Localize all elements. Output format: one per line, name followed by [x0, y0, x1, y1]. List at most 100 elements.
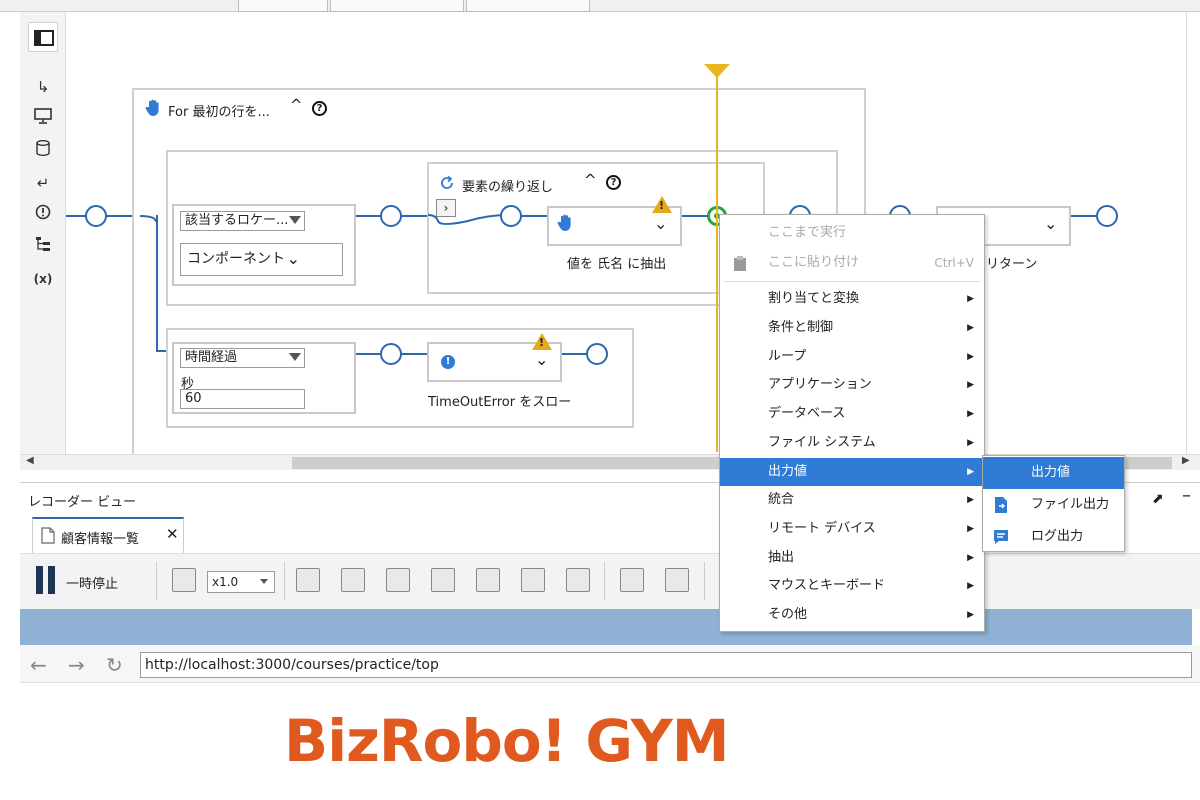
exception-icon[interactable] — [32, 204, 54, 226]
throw-step-label: TimeOutError をスロー — [428, 395, 572, 410]
editor-tab[interactable] — [238, 0, 328, 12]
menu-item-loop[interactable]: ループ ▶ — [720, 343, 984, 371]
close-icon[interactable]: ✕ — [166, 525, 179, 543]
flow-node[interactable] — [586, 343, 608, 365]
popout-icon[interactable]: ⬈ — [1152, 491, 1164, 507]
menu-item-extract[interactable]: 抽出 ▶ — [720, 544, 984, 572]
menu-item-file-system[interactable]: ファイル システム ▶ — [720, 429, 984, 457]
menu-item-other[interactable]: その他 ▶ — [720, 601, 984, 629]
step-up-left-button[interactable] — [341, 568, 365, 592]
menu-item-label: 出力値 — [768, 464, 808, 479]
submenu-item-log-output[interactable]: ログ出力 — [983, 521, 1124, 553]
menu-item-output-value[interactable]: 出力値 ▶ — [720, 458, 984, 486]
move-up-button[interactable] — [476, 568, 500, 592]
vertical-scrollbar[interactable] — [1186, 12, 1200, 454]
menu-item-paste-here[interactable]: ここに貼り付け Ctrl+V — [720, 249, 984, 277]
menu-item-label: その他 — [768, 607, 808, 622]
pause-icon[interactable] — [48, 566, 55, 594]
pause-button-label[interactable]: 一時停止 — [66, 573, 118, 592]
flow-node[interactable] — [85, 205, 107, 227]
step-back-button[interactable] — [296, 568, 320, 592]
timer-select[interactable]: 時間経過 — [180, 348, 305, 368]
hand-icon — [145, 99, 159, 116]
variable-icon[interactable]: (x) — [32, 268, 54, 290]
minimize-icon[interactable]: – — [1182, 485, 1191, 506]
speed-select[interactable]: x1.0 — [207, 571, 275, 593]
chevron-down-icon — [289, 353, 301, 361]
back-arrow-icon[interactable]: ← — [30, 653, 47, 677]
flow-node[interactable] — [380, 205, 402, 227]
monitor-icon[interactable] — [32, 108, 54, 130]
menu-item-label: ループ — [768, 349, 807, 364]
step-in-button[interactable] — [431, 568, 455, 592]
page-button[interactable] — [566, 568, 590, 592]
chevron-down-icon — [260, 579, 268, 584]
tree-icon[interactable] — [32, 236, 54, 258]
execution-marker-line — [716, 76, 718, 452]
menu-item-label: 割り当てと変換 — [768, 291, 860, 306]
menu-item-label: ここまで実行 — [768, 225, 847, 240]
component-dropdown-value: コンポーネント — [187, 251, 285, 267]
menu-item-run-to-here[interactable]: ここまで実行 — [720, 219, 984, 247]
component-dropdown[interactable]: コンポーネント ⌄ — [180, 243, 343, 276]
pause-icon[interactable] — [36, 566, 43, 594]
menu-item-assign-and-convert[interactable]: 割り当てと変換 ▶ — [720, 285, 984, 313]
step-down-right-button[interactable] — [386, 568, 410, 592]
window-button[interactable] — [620, 568, 644, 592]
menu-item-condition-control[interactable]: 条件と制御 ▶ — [720, 314, 984, 342]
collapse-caret-icon[interactable]: ^ — [584, 171, 597, 189]
collapse-caret-icon[interactable]: ^ — [290, 96, 303, 114]
return-icon[interactable]: ↵ — [32, 172, 54, 194]
seconds-input[interactable]: 60 — [180, 389, 305, 409]
menu-item-database[interactable]: データベース ▶ — [720, 400, 984, 428]
help-icon[interactable]: ? — [312, 101, 327, 116]
speed-value: x1.0 — [212, 575, 239, 589]
step-tool-rail: ↳ ↵ (x) — [20, 12, 66, 454]
help-icon[interactable]: ? — [606, 175, 621, 190]
refresh-page-button[interactable] — [172, 568, 196, 592]
submenu-arrow-icon: ▶ — [967, 380, 974, 390]
chevron-down-icon[interactable]: ⌄ — [535, 350, 548, 369]
flow-connector — [522, 215, 548, 217]
tab-customer-list[interactable]: 顧客情報一覧 ✕ — [32, 517, 184, 553]
move-down-button[interactable] — [521, 568, 545, 592]
editor-tab[interactable] — [330, 0, 464, 12]
database-icon[interactable] — [32, 140, 54, 162]
hand-icon — [557, 214, 571, 231]
recorder-toolbar: 一時停止 x1.0 — [20, 553, 1200, 609]
flow-connector — [402, 215, 428, 217]
locator-select-value: 該当するロケー... — [185, 213, 289, 228]
menu-item-label: データベース — [768, 406, 846, 421]
execution-marker-icon[interactable] — [704, 64, 730, 78]
flow-connector — [402, 353, 428, 355]
menu-item-remote-device[interactable]: リモート デバイス ▶ — [720, 515, 984, 543]
menu-item-label: マウスとキーボード — [768, 578, 886, 593]
window-switch-button[interactable] — [665, 568, 689, 592]
submenu-item-file-output[interactable]: ファイル出力 — [983, 489, 1124, 521]
scroll-right-icon[interactable]: ▶ — [1182, 455, 1190, 466]
editor-tab[interactable] — [466, 0, 590, 12]
flow-node[interactable] — [380, 343, 402, 365]
submenu-arrow-icon: ▶ — [967, 581, 974, 591]
timer-select-value: 時間経過 — [185, 350, 238, 365]
url-input[interactable]: http://localhost:3000/courses/practice/t… — [140, 652, 1192, 678]
menu-item-mouse-keyboard[interactable]: マウスとキーボード ▶ — [720, 572, 984, 600]
toolbar-separator — [704, 562, 705, 600]
locator-select[interactable]: 該当するロケー... — [180, 211, 305, 231]
menu-item-application[interactable]: アプリケーション ▶ — [720, 371, 984, 399]
submenu-item-output-value[interactable]: 出力値 — [983, 457, 1124, 489]
flow-node[interactable] — [1096, 205, 1118, 227]
panel-toggle-button[interactable] — [28, 22, 58, 52]
flow-connector — [428, 214, 508, 225]
reload-icon[interactable]: ↻ — [106, 653, 123, 677]
menu-item-label: 条件と制御 — [768, 320, 834, 335]
forward-arrow-icon[interactable]: → — [68, 653, 85, 677]
step-arrow-icon[interactable]: ↳ — [32, 76, 54, 98]
scroll-left-icon[interactable]: ◀ — [26, 455, 34, 466]
chevron-down-icon[interactable]: ⌄ — [654, 214, 667, 233]
menu-item-integration[interactable]: 統合 ▶ — [720, 486, 984, 514]
flow-connector — [66, 215, 86, 217]
chevron-down-icon[interactable]: ⌄ — [1044, 214, 1057, 233]
tab-label: 顧客情報一覧 — [61, 532, 140, 547]
flow-node[interactable] — [500, 205, 522, 227]
